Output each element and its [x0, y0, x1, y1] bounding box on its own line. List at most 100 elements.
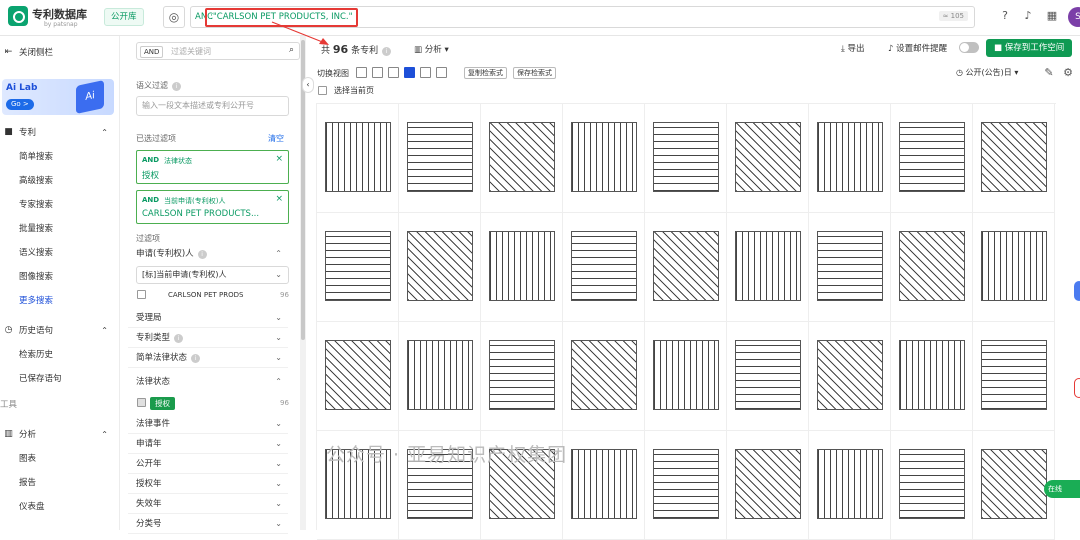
patent-thumbnail[interactable]: [891, 322, 973, 431]
filter-row[interactable]: 分类号 ⌄: [128, 514, 288, 534]
nav-section-history[interactable]: ◷ 历史语句 ⌃: [0, 322, 120, 340]
apps-grid-icon[interactable]: ▦: [1045, 9, 1059, 23]
chart-view-icon[interactable]: [436, 67, 447, 78]
patent-thumbnail[interactable]: [399, 213, 481, 322]
filter-row[interactable]: 公开年 ⌄: [128, 454, 288, 474]
patent-thumbnail[interactable]: [891, 431, 973, 540]
nav-item-saved-queries[interactable]: 已保存语句: [0, 370, 120, 388]
nav-item-search-history[interactable]: 检索历史: [0, 346, 120, 364]
filter-row[interactable]: 失效年 ⌄: [128, 494, 288, 514]
collapse-sidebar-button[interactable]: ⇤ 关闭侧栏: [0, 44, 120, 62]
patent-thumbnail[interactable]: [645, 213, 727, 322]
patent-thumbnail[interactable]: [809, 104, 891, 213]
nav-item-batch[interactable]: 批量搜索: [0, 220, 120, 238]
filter-row[interactable]: 申请年 ⌄: [128, 434, 288, 454]
filter-row[interactable]: 专利类型 i ⌄: [128, 328, 288, 348]
nav-item-simple[interactable]: 简单搜索: [0, 148, 120, 166]
search-icon[interactable]: ⌕: [289, 45, 294, 55]
patent-thumbnail[interactable]: [973, 322, 1055, 431]
close-icon[interactable]: ×: [275, 194, 283, 204]
collapse-filter-button[interactable]: ‹: [302, 77, 314, 93]
export-button[interactable]: ⤓ 导出: [841, 42, 864, 54]
close-icon[interactable]: ×: [275, 154, 283, 164]
nav-item-more[interactable]: 更多搜索: [0, 292, 120, 310]
granted-checkbox[interactable]: [137, 398, 146, 407]
patent-thumbnail[interactable]: [481, 104, 563, 213]
patent-thumbnail[interactable]: [317, 322, 399, 431]
save-query-button[interactable]: 保存检索式: [513, 67, 556, 79]
grid-view-icon[interactable]: [404, 67, 415, 78]
compact-view-icon[interactable]: [372, 67, 383, 78]
patent-thumbnail[interactable]: [317, 213, 399, 322]
nav-item-expert[interactable]: 专家搜索: [0, 196, 120, 214]
patent-thumbnail[interactable]: [563, 104, 645, 213]
patent-thumbnail[interactable]: [891, 104, 973, 213]
filter-row[interactable]: 受理局 ⌄: [128, 308, 288, 328]
nav-item-reports[interactable]: 报告: [0, 474, 120, 492]
patent-thumbnail[interactable]: [645, 431, 727, 540]
patent-thumbnail[interactable]: [973, 104, 1055, 213]
patent-thumbnail[interactable]: [645, 104, 727, 213]
patent-thumbnail[interactable]: [727, 213, 809, 322]
patent-thumbnail[interactable]: [399, 104, 481, 213]
brush-icon[interactable]: ✎: [1042, 66, 1056, 80]
patent-thumbnail[interactable]: [809, 322, 891, 431]
semantic-input[interactable]: 输入一段文本描述或专利公开号: [136, 96, 289, 116]
patent-thumbnail[interactable]: [727, 322, 809, 431]
nav-item-image[interactable]: 图像搜索: [0, 268, 120, 286]
help-icon[interactable]: ?: [998, 9, 1012, 23]
applicant-checkbox[interactable]: [137, 290, 146, 299]
patent-thumbnail[interactable]: [645, 322, 727, 431]
nav-section-analysis[interactable]: ▥ 分析 ⌃: [0, 426, 120, 444]
patent-thumbnail[interactable]: [809, 431, 891, 540]
nav-item-dashboard[interactable]: 仪表盘: [0, 498, 120, 516]
tree-view-icon[interactable]: [420, 67, 431, 78]
avatar[interactable]: S: [1068, 7, 1080, 27]
filter-row[interactable]: 法律事件 ⌄: [128, 414, 288, 434]
filter-scrollbar[interactable]: [300, 36, 306, 530]
filter-row[interactable]: 授权年 ⌄: [128, 474, 288, 494]
nav-item-semantic[interactable]: 语义搜索: [0, 244, 120, 262]
patent-thumbnail[interactable]: [809, 213, 891, 322]
analysis-dropdown[interactable]: ▥ 分析 ▾: [414, 43, 449, 55]
image-view-icon[interactable]: [388, 67, 399, 78]
select-page-checkbox[interactable]: [318, 86, 327, 95]
filter-row[interactable]: 法律状态 ⌃: [128, 372, 288, 392]
patent-thumbnail[interactable]: [891, 213, 973, 322]
granted-badge[interactable]: 授权: [150, 397, 175, 410]
nav-item-charts[interactable]: 图表: [0, 450, 120, 468]
side-float-button[interactable]: [1074, 281, 1080, 301]
patent-thumbnail[interactable]: [973, 213, 1055, 322]
patent-thumbnail[interactable]: [973, 431, 1055, 540]
ailab-banner[interactable]: Ai Lab Go > Ai: [2, 79, 114, 115]
sort-pubdate-dropdown[interactable]: ◷ 公开(公告)日 ▾: [956, 67, 1018, 78]
save-to-workspace-button[interactable]: ■ 保存到工作空间: [986, 39, 1073, 57]
list-view-icon[interactable]: [356, 67, 367, 78]
filter-row[interactable]: 简单法律状态 i ⌄: [128, 348, 288, 368]
clear-filters-link[interactable]: 清空: [268, 133, 284, 144]
patent-thumbnail[interactable]: [481, 213, 563, 322]
online-chat-button[interactable]: 在线: [1044, 480, 1080, 498]
mail-alert-toggle[interactable]: [959, 42, 979, 53]
patent-thumbnail[interactable]: [563, 213, 645, 322]
filter-chip-legal[interactable]: AND 法律状态 授权 ×: [136, 150, 289, 184]
gear-icon[interactable]: ⚙: [1061, 66, 1075, 80]
nav-item-advanced[interactable]: 高级搜索: [0, 172, 120, 190]
patent-thumbnail[interactable]: [563, 322, 645, 431]
ailab-go-button[interactable]: Go >: [6, 99, 34, 110]
bell-icon[interactable]: ♪: [1021, 9, 1035, 23]
patent-thumbnail[interactable]: [727, 104, 809, 213]
patent-thumbnail[interactable]: [727, 431, 809, 540]
mail-alert-setting[interactable]: ♪ 设置邮件提醒: [888, 42, 947, 54]
patent-thumbnail[interactable]: [563, 431, 645, 540]
patent-thumbnail[interactable]: [481, 322, 563, 431]
applicant-select[interactable]: [标]当前申请(专利权)人 ⌄: [136, 266, 289, 284]
copy-query-button[interactable]: 复制检索式: [464, 67, 507, 79]
applicant-filter-header[interactable]: 申请(专利权)人 i ⌃: [128, 244, 288, 264]
patent-thumbnail[interactable]: [399, 322, 481, 431]
filter-chip-applicant[interactable]: AND 当前申请(专利权)人 CARLSON PET PRODUCTS... ×: [136, 190, 289, 224]
side-float-button-2[interactable]: [1074, 378, 1080, 398]
filter-search-input[interactable]: AND 过滤关键词 ⌕: [136, 42, 300, 60]
patent-thumbnail[interactable]: [317, 104, 399, 213]
nav-section-patent[interactable]: ■ 专利 ⌃: [0, 124, 120, 142]
